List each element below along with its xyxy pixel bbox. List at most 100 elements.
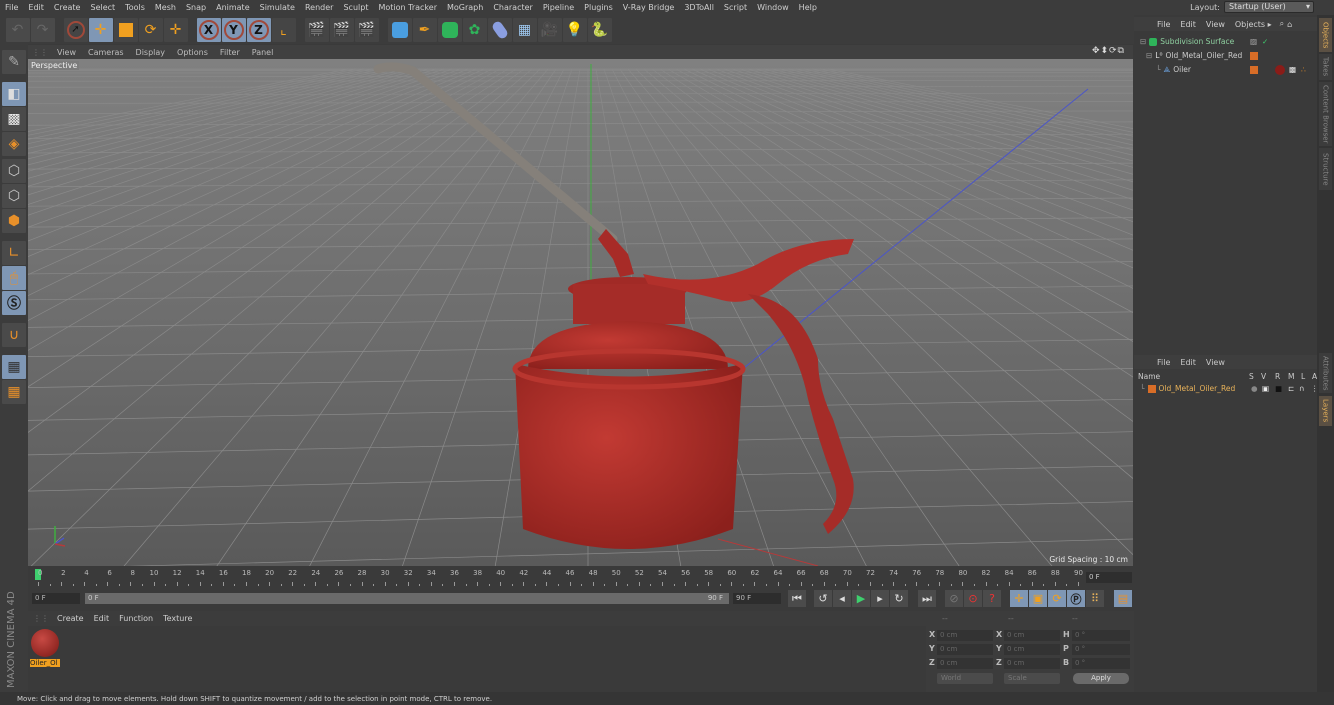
workplane-lock-icon[interactable]: ▦ <box>2 355 26 379</box>
polygons-mode-icon[interactable]: ⬢ <box>2 209 26 233</box>
play-button[interactable]: ▶ <box>852 590 870 607</box>
viewport-menu-panel[interactable]: Panel <box>246 48 280 57</box>
render-view-icon[interactable]: 🎬 <box>304 17 329 42</box>
magnet-icon[interactable]: ∪ <box>2 323 26 347</box>
size-z-field[interactable]: 0 cm <box>1004 658 1060 669</box>
menu-3dtoall[interactable]: 3DToAll <box>679 3 719 12</box>
tweak-mode-icon[interactable]: 🖱 <box>2 266 26 290</box>
menu-sculpt[interactable]: Sculpt <box>338 3 373 12</box>
timeline-ruler[interactable]: 0 2 4 6 8 10 12 14 16 18 20 22 24 26 28 30 32 34 36 38 40 42 4… <box>28 566 1083 588</box>
key-position-button[interactable]: ✛ <box>1010 590 1028 607</box>
viewport-navigation-icons[interactable]: ✥⬍⟳⧉ <box>1092 46 1125 56</box>
apply-button[interactable]: Apply <box>1073 673 1129 684</box>
tab-layers[interactable]: Layers <box>1319 396 1332 426</box>
tab-content-browser[interactable]: Content Browser <box>1319 82 1332 146</box>
key-rotation-button[interactable]: ⟳ <box>1048 590 1066 607</box>
pos-z-field[interactable]: 0 cm <box>937 658 993 669</box>
obj-home-icon[interactable]: ⌂ <box>1287 20 1292 29</box>
3d-viewport[interactable]: Perspective Grid Spacing: 10 cm <box>28 59 1133 566</box>
object-row[interactable]: └ ⟁ Oiler ▩ ∴ <box>1134 63 1317 76</box>
tab-objects[interactable]: Objects <box>1319 18 1332 52</box>
object-row[interactable]: ⊟ L⁰ Old_Metal_Oiler_Red <box>1134 49 1317 62</box>
next-frame-button[interactable]: ▸ <box>871 590 889 607</box>
rotate-icon[interactable]: ⟳ <box>138 17 163 42</box>
floor-environment-icon[interactable]: ▦ <box>512 17 537 42</box>
layer-menu-view[interactable]: View <box>1201 358 1230 367</box>
pen-spline-icon[interactable]: ✒ <box>412 17 437 42</box>
axis-mode-icon[interactable]: ∟ <box>2 241 26 265</box>
viewport-menu-filter[interactable]: Filter <box>214 48 246 57</box>
material-menu-edit[interactable]: Edit <box>89 614 115 623</box>
recent-tool-icon[interactable]: ✛ <box>163 17 188 42</box>
x-axis-lock-icon[interactable]: X <box>196 17 221 42</box>
rot-b-field[interactable]: 0 ° <box>1072 658 1130 669</box>
obj-menu-file[interactable]: File <box>1152 20 1175 29</box>
menu-window[interactable]: Window <box>752 3 794 12</box>
previous-key-button[interactable]: ↺ <box>814 590 832 607</box>
menu-animate[interactable]: Animate <box>211 3 255 12</box>
undo-icon[interactable]: ↶ <box>5 17 30 42</box>
timeline-layout-button[interactable]: ▤ <box>1114 590 1132 607</box>
key-scale-button[interactable]: ▣ <box>1029 590 1047 607</box>
snap-icon[interactable]: Ⓢ <box>2 291 26 315</box>
make-editable-icon[interactable]: ✎ <box>2 50 26 74</box>
obj-menu-view[interactable]: View <box>1201 20 1230 29</box>
model-mode-icon[interactable]: ◧ <box>2 82 26 106</box>
object-row[interactable]: ⊟ Subdivision Surface ▨ ✓ <box>1134 35 1317 48</box>
keyframe-selection-button[interactable]: ? <box>983 590 1001 607</box>
material-menu-create[interactable]: Create <box>52 614 89 623</box>
menu-mesh[interactable]: Mesh <box>150 3 181 12</box>
current-frame-field[interactable]: 0 F <box>1086 572 1132 583</box>
move-icon[interactable]: ✛ <box>88 17 113 42</box>
tab-structure[interactable]: Structure <box>1319 148 1332 190</box>
menu-help[interactable]: Help <box>794 3 822 12</box>
autokey-button[interactable]: ⊙ <box>964 590 982 607</box>
menu-create[interactable]: Create <box>49 3 86 12</box>
obj-search-icon[interactable]: ⌕ <box>1280 19 1284 29</box>
cloner-icon[interactable]: ✿ <box>462 17 487 42</box>
menu-character[interactable]: Character <box>488 3 538 12</box>
render-settings-icon[interactable]: 🎬 <box>354 17 379 42</box>
frame-range-slider[interactable]: 0 F 90 F <box>85 593 729 604</box>
menu-motion-tracker[interactable]: Motion Tracker <box>373 3 442 12</box>
menu-vray-bridge[interactable]: V-Ray Bridge <box>618 3 680 12</box>
camera-icon[interactable]: 🎥 <box>537 17 562 42</box>
size-y-field[interactable]: 0 cm <box>1004 644 1060 655</box>
scale-icon[interactable] <box>113 17 138 42</box>
obj-menu-objects[interactable]: Objects ▸ <box>1230 20 1277 29</box>
workplane-align-icon[interactable]: ▦ <box>2 380 26 404</box>
texture-mode-icon[interactable]: ▩ <box>2 107 26 131</box>
python-icon[interactable]: 🐍 <box>587 17 612 42</box>
rot-h-field[interactable]: 0 ° <box>1072 630 1130 641</box>
light-icon[interactable]: 💡 <box>562 17 587 42</box>
layer-menu-edit[interactable]: Edit <box>1175 358 1201 367</box>
redo-icon[interactable]: ↷ <box>30 17 55 42</box>
live-selection-icon[interactable]: ➚ <box>63 17 88 42</box>
deformer-icon[interactable] <box>487 17 512 42</box>
start-frame-field[interactable]: 0 F <box>32 593 80 604</box>
menu-script[interactable]: Script <box>719 3 752 12</box>
go-to-end-button[interactable]: ⏭ <box>918 590 936 607</box>
material-tag-icon[interactable] <box>1275 64 1285 75</box>
material-menu-texture[interactable]: Texture <box>158 614 197 623</box>
viewport-menu-display[interactable]: Display <box>130 48 172 57</box>
size-x-field[interactable]: 0 cm <box>1004 630 1060 641</box>
end-frame-field[interactable]: 90 F <box>733 593 781 604</box>
coordinate-system-icon[interactable]: ⌞ <box>271 17 296 42</box>
y-axis-lock-icon[interactable]: Y <box>221 17 246 42</box>
layout-dropdown[interactable]: Startup (User) <box>1224 1 1314 13</box>
material-menu-function[interactable]: Function <box>114 614 158 623</box>
edges-mode-icon[interactable]: ⬡ <box>2 184 26 208</box>
cube-primitive-icon[interactable] <box>387 17 412 42</box>
next-key-button[interactable]: ↻ <box>890 590 908 607</box>
workplane-icon[interactable]: ◈ <box>2 132 26 156</box>
viewport-menu-cameras[interactable]: Cameras <box>82 48 130 57</box>
menu-tools[interactable]: Tools <box>120 3 150 12</box>
menu-edit[interactable]: Edit <box>23 3 49 12</box>
pos-x-field[interactable]: 0 cm <box>937 630 993 641</box>
size-mode-dropdown[interactable]: Scale <box>1004 673 1060 684</box>
tab-takes[interactable]: Takes <box>1319 54 1332 80</box>
viewport-menu-options[interactable]: Options <box>171 48 214 57</box>
menu-snap[interactable]: Snap <box>181 3 211 12</box>
texture-tag-icon[interactable]: ▩ <box>1289 65 1296 74</box>
